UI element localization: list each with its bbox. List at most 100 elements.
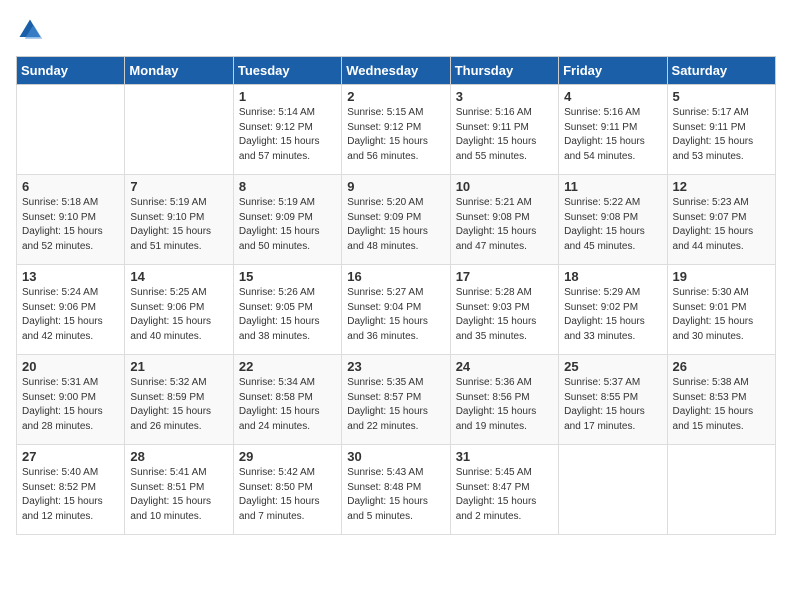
day-number: 13 <box>22 269 119 284</box>
day-number: 3 <box>456 89 553 104</box>
logo <box>16 16 48 44</box>
logo-icon <box>16 16 44 44</box>
calendar-body: 1 Sunrise: 5:14 AM Sunset: 9:12 PM Daylig… <box>17 85 776 535</box>
day-info: Sunrise: 5:24 AM Sunset: 9:06 PM Dayligh… <box>22 286 119 344</box>
day-number: 22 <box>239 359 336 374</box>
day-number: 11 <box>564 179 661 194</box>
calendar-cell: 22 Sunrise: 5:34 AM Sunset: 8:58 PM Dayli… <box>233 355 341 445</box>
calendar-cell: 24Sunrise: 5:36 AM Sunset: 8:56 PM Dayli… <box>450 355 558 445</box>
day-number: 7 <box>130 179 227 194</box>
calendar-cell: 8 Sunrise: 5:19 AM Sunset: 9:09 PM Daylig… <box>233 175 341 265</box>
calendar-cell: 5 Sunrise: 5:17 AM Sunset: 9:11 PM Daylig… <box>667 85 775 175</box>
day-info: Sunrise: 5:15 AM Sunset: 9:12 PM Dayligh… <box>347 106 444 164</box>
day-info: Sunrise: 5:19 AM Sunset: 9:09 PM Dayligh… <box>239 196 336 254</box>
day-info: Sunrise: 5:37 AM Sunset: 8:55 PM Dayligh… <box>564 376 661 434</box>
calendar-cell: 10 Sunrise: 5:21 AM Sunset: 9:08 PM Dayli… <box>450 175 558 265</box>
day-info: Sunrise: 5:14 AM Sunset: 9:12 PM Dayligh… <box>239 106 336 164</box>
day-info: Sunrise: 5:27 AM Sunset: 9:04 PM Dayligh… <box>347 286 444 344</box>
calendar-header-cell: Wednesday <box>342 57 450 85</box>
day-number: 2 <box>347 89 444 104</box>
calendar-cell: 17 Sunrise: 5:28 AM Sunset: 9:03 PM Dayli… <box>450 265 558 355</box>
calendar-cell <box>125 85 233 175</box>
day-info: Sunrise: 5:35 AM Sunset: 8:57 PM Dayligh… <box>347 376 444 434</box>
calendar-cell: 26 Sunrise: 5:38 AM Sunset: 8:53 PM Dayli… <box>667 355 775 445</box>
day-info: Sunrise: 5:31 AM Sunset: 9:00 PM Dayligh… <box>22 376 119 434</box>
calendar-cell: 25 Sunrise: 5:37 AM Sunset: 8:55 PM Dayli… <box>559 355 667 445</box>
day-info: Sunrise: 5:45 AM Sunset: 8:47 PM Dayligh… <box>456 466 553 524</box>
calendar-cell <box>667 445 775 535</box>
calendar-table: SundayMondayTuesdayWednesdayThursdayFrid… <box>16 56 776 535</box>
day-number: 16 <box>347 269 444 284</box>
calendar-cell: 14Sunrise: 5:25 AM Sunset: 9:06 PM Dayli… <box>125 265 233 355</box>
day-info: Sunrise: 5:29 AM Sunset: 9:02 PM Dayligh… <box>564 286 661 344</box>
day-info: Sunrise: 5:25 AM Sunset: 9:06 PM Dayligh… <box>130 286 227 344</box>
day-number: 18 <box>564 269 661 284</box>
day-info: Sunrise: 5:17 AM Sunset: 9:11 PM Dayligh… <box>673 106 770 164</box>
day-number: 9 <box>347 179 444 194</box>
day-info: Sunrise: 5:34 AM Sunset: 8:58 PM Dayligh… <box>239 376 336 434</box>
day-number: 28 <box>130 449 227 464</box>
calendar-header-cell: Monday <box>125 57 233 85</box>
day-info: Sunrise: 5:21 AM Sunset: 9:08 PM Dayligh… <box>456 196 553 254</box>
calendar-cell: 19 Sunrise: 5:30 AM Sunset: 9:01 PM Dayli… <box>667 265 775 355</box>
calendar-cell: 12Sunrise: 5:23 AM Sunset: 9:07 PM Dayli… <box>667 175 775 265</box>
calendar-cell: 11 Sunrise: 5:22 AM Sunset: 9:08 PM Dayli… <box>559 175 667 265</box>
day-number: 1 <box>239 89 336 104</box>
day-number: 31 <box>456 449 553 464</box>
day-number: 17 <box>456 269 553 284</box>
day-number: 27 <box>22 449 119 464</box>
day-info: Sunrise: 5:22 AM Sunset: 9:08 PM Dayligh… <box>564 196 661 254</box>
calendar-cell: 30 Sunrise: 5:43 AM Sunset: 8:48 PM Dayli… <box>342 445 450 535</box>
day-info: Sunrise: 5:30 AM Sunset: 9:01 PM Dayligh… <box>673 286 770 344</box>
day-number: 29 <box>239 449 336 464</box>
day-number: 5 <box>673 89 770 104</box>
day-number: 8 <box>239 179 336 194</box>
calendar-week-row: 27Sunrise: 5:40 AM Sunset: 8:52 PM Dayli… <box>17 445 776 535</box>
day-info: Sunrise: 5:26 AM Sunset: 9:05 PM Dayligh… <box>239 286 336 344</box>
day-number: 21 <box>130 359 227 374</box>
day-info: Sunrise: 5:18 AM Sunset: 9:10 PM Dayligh… <box>22 196 119 254</box>
day-number: 10 <box>456 179 553 194</box>
page-header <box>16 16 776 44</box>
day-info: Sunrise: 5:42 AM Sunset: 8:50 PM Dayligh… <box>239 466 336 524</box>
calendar-week-row: 1 Sunrise: 5:14 AM Sunset: 9:12 PM Daylig… <box>17 85 776 175</box>
calendar-cell: 28 Sunrise: 5:41 AM Sunset: 8:51 PM Dayli… <box>125 445 233 535</box>
calendar-cell: 4Sunrise: 5:16 AM Sunset: 9:11 PM Daylig… <box>559 85 667 175</box>
day-info: Sunrise: 5:38 AM Sunset: 8:53 PM Dayligh… <box>673 376 770 434</box>
calendar-header-cell: Thursday <box>450 57 558 85</box>
calendar-header-cell: Friday <box>559 57 667 85</box>
calendar-header-cell: Saturday <box>667 57 775 85</box>
day-info: Sunrise: 5:43 AM Sunset: 8:48 PM Dayligh… <box>347 466 444 524</box>
day-number: 4 <box>564 89 661 104</box>
day-number: 19 <box>673 269 770 284</box>
calendar-header-cell: Tuesday <box>233 57 341 85</box>
calendar-cell: 16 Sunrise: 5:27 AM Sunset: 9:04 PM Dayli… <box>342 265 450 355</box>
day-number: 23 <box>347 359 444 374</box>
calendar-week-row: 13 Sunrise: 5:24 AM Sunset: 9:06 PM Dayli… <box>17 265 776 355</box>
calendar-header-cell: Sunday <box>17 57 125 85</box>
day-info: Sunrise: 5:28 AM Sunset: 9:03 PM Dayligh… <box>456 286 553 344</box>
calendar-cell: 13 Sunrise: 5:24 AM Sunset: 9:06 PM Dayli… <box>17 265 125 355</box>
day-number: 26 <box>673 359 770 374</box>
calendar-cell: 29 Sunrise: 5:42 AM Sunset: 8:50 PM Dayli… <box>233 445 341 535</box>
day-number: 20 <box>22 359 119 374</box>
day-info: Sunrise: 5:19 AM Sunset: 9:10 PM Dayligh… <box>130 196 227 254</box>
day-number: 6 <box>22 179 119 194</box>
calendar-cell: 15 Sunrise: 5:26 AM Sunset: 9:05 PM Dayli… <box>233 265 341 355</box>
calendar-cell: 9Sunrise: 5:20 AM Sunset: 9:09 PM Daylig… <box>342 175 450 265</box>
calendar-cell <box>17 85 125 175</box>
calendar-cell: 1 Sunrise: 5:14 AM Sunset: 9:12 PM Daylig… <box>233 85 341 175</box>
day-number: 12 <box>673 179 770 194</box>
day-number: 30 <box>347 449 444 464</box>
calendar-header-row: SundayMondayTuesdayWednesdayThursdayFrid… <box>17 57 776 85</box>
day-info: Sunrise: 5:36 AM Sunset: 8:56 PM Dayligh… <box>456 376 553 434</box>
calendar-cell: 23 Sunrise: 5:35 AM Sunset: 8:57 PM Dayli… <box>342 355 450 445</box>
calendar-cell <box>559 445 667 535</box>
day-number: 15 <box>239 269 336 284</box>
calendar-cell: 3Sunrise: 5:16 AM Sunset: 9:11 PM Daylig… <box>450 85 558 175</box>
calendar-cell: 7 Sunrise: 5:19 AM Sunset: 9:10 PM Daylig… <box>125 175 233 265</box>
day-info: Sunrise: 5:41 AM Sunset: 8:51 PM Dayligh… <box>130 466 227 524</box>
calendar-cell: 20 Sunrise: 5:31 AM Sunset: 9:00 PM Dayli… <box>17 355 125 445</box>
day-number: 25 <box>564 359 661 374</box>
calendar-cell: 31 Sunrise: 5:45 AM Sunset: 8:47 PM Dayli… <box>450 445 558 535</box>
